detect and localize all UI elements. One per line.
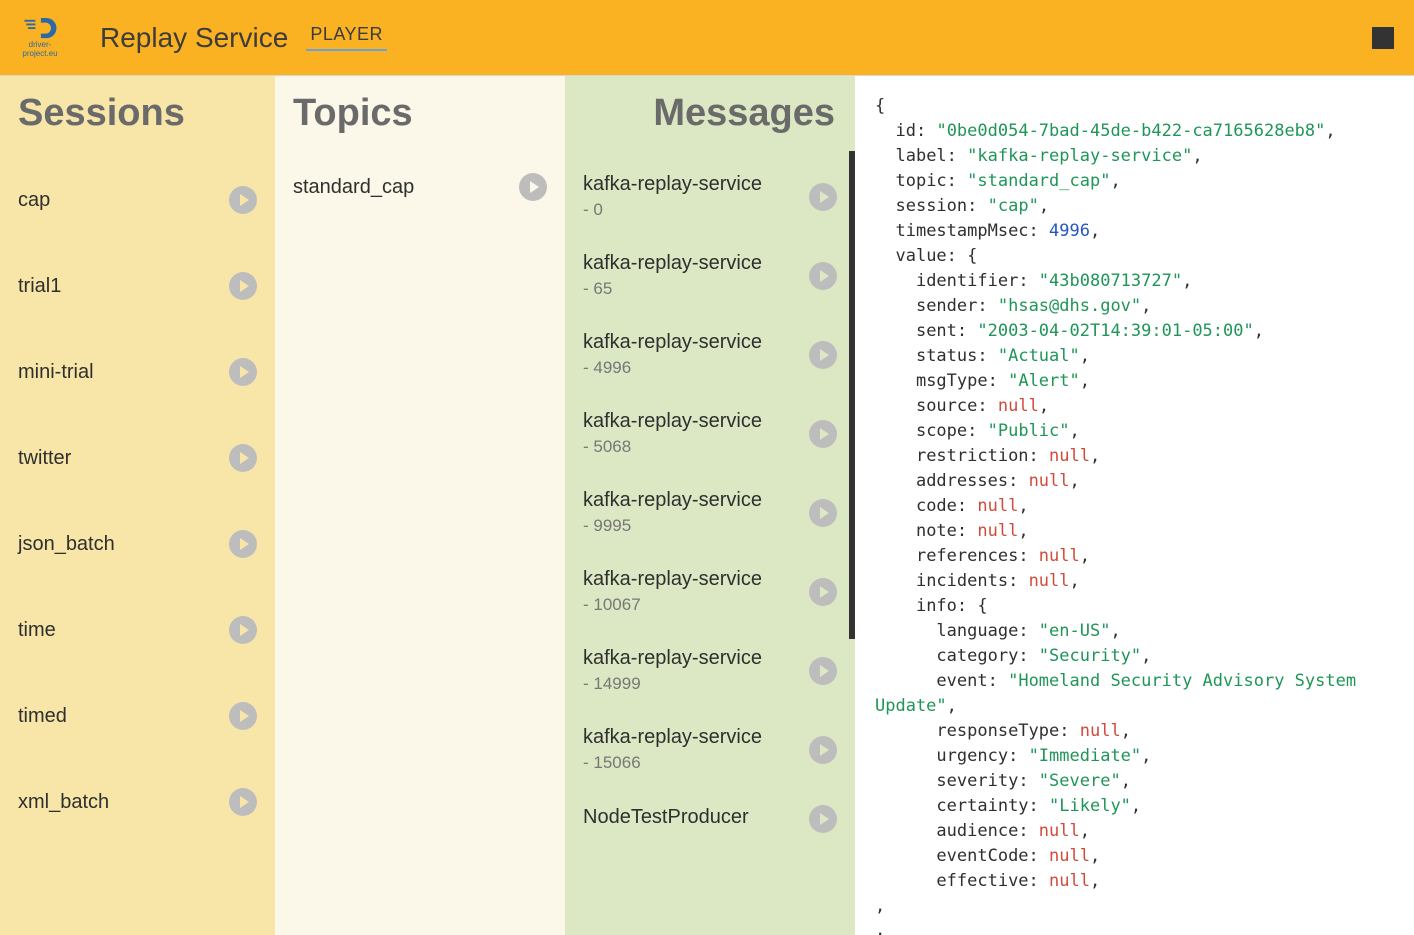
- session-name: timed: [18, 705, 229, 728]
- session-name: json_batch: [18, 533, 229, 556]
- play-icon[interactable]: [229, 530, 257, 558]
- message-offset: - 15066: [583, 753, 809, 773]
- sessions-column: Sessions cap trial1 mini-trial twitter json_…: [0, 76, 275, 935]
- message-item[interactable]: kafka-replay-service - 5068: [579, 394, 841, 473]
- message-offset: - 14999: [583, 674, 809, 694]
- message-label: kafka-replay-service: [583, 568, 809, 591]
- message-label: kafka-replay-service: [583, 252, 809, 275]
- tab-player[interactable]: PLAYER: [306, 24, 387, 51]
- message-item[interactable]: kafka-replay-service - 4996: [579, 315, 841, 394]
- session-name: mini-trial: [18, 361, 229, 384]
- message-item[interactable]: kafka-replay-service - 0: [579, 157, 841, 236]
- sessions-heading: Sessions: [14, 76, 261, 151]
- message-label: kafka-replay-service: [583, 489, 809, 512]
- play-icon[interactable]: [809, 805, 837, 833]
- play-icon[interactable]: [229, 186, 257, 214]
- play-icon[interactable]: [809, 657, 837, 685]
- logo: driver-project.eu: [20, 18, 60, 58]
- app-title: Replay Service: [100, 22, 288, 54]
- session-name: xml_batch: [18, 791, 229, 814]
- session-item[interactable]: trial1: [14, 243, 261, 329]
- play-icon[interactable]: [229, 702, 257, 730]
- message-label: NodeTestProducer: [583, 806, 809, 829]
- message-item[interactable]: kafka-replay-service - 10067: [579, 552, 841, 631]
- stop-button[interactable]: [1372, 27, 1394, 49]
- play-icon[interactable]: [229, 444, 257, 472]
- message-label: kafka-replay-service: [583, 173, 809, 196]
- play-icon[interactable]: [809, 578, 837, 606]
- message-offset: - 5068: [583, 437, 809, 457]
- topics-heading: Topics: [289, 76, 551, 151]
- topic-item[interactable]: standard_cap: [289, 157, 551, 217]
- play-icon[interactable]: [229, 358, 257, 386]
- session-name: trial1: [18, 275, 229, 298]
- session-item[interactable]: cap: [14, 157, 261, 243]
- message-item[interactable]: kafka-replay-service - 65: [579, 236, 841, 315]
- topics-column: Topics standard_cap: [275, 76, 565, 935]
- play-icon[interactable]: [229, 616, 257, 644]
- message-offset: - 9995: [583, 516, 809, 536]
- logo-caption: driver-project.eu: [20, 40, 60, 58]
- session-item[interactable]: time: [14, 587, 261, 673]
- message-label: kafka-replay-service: [583, 647, 809, 670]
- message-offset: - 10067: [583, 595, 809, 615]
- message-item[interactable]: kafka-replay-service - 15066: [579, 710, 841, 789]
- play-icon[interactable]: [809, 262, 837, 290]
- session-item[interactable]: timed: [14, 673, 261, 759]
- messages-heading: Messages: [579, 76, 841, 151]
- session-name: cap: [18, 189, 229, 212]
- message-item[interactable]: kafka-replay-service - 14999: [579, 631, 841, 710]
- session-item[interactable]: twitter: [14, 415, 261, 501]
- message-label: kafka-replay-service: [583, 410, 809, 433]
- message-item[interactable]: NodeTestProducer: [579, 789, 841, 849]
- message-label: kafka-replay-service: [583, 726, 809, 749]
- play-icon[interactable]: [809, 736, 837, 764]
- session-item[interactable]: json_batch: [14, 501, 261, 587]
- session-item[interactable]: mini-trial: [14, 329, 261, 415]
- message-label: kafka-replay-service: [583, 331, 809, 354]
- main-grid: Sessions cap trial1 mini-trial twitter json_…: [0, 76, 1414, 935]
- message-item[interactable]: kafka-replay-service - 9995: [579, 473, 841, 552]
- play-icon[interactable]: [809, 499, 837, 527]
- topic-name: standard_cap: [293, 176, 519, 199]
- play-icon[interactable]: [229, 788, 257, 816]
- messages-column: Messages kafka-replay-service- 0kafka-re…: [565, 76, 855, 935]
- play-icon[interactable]: [519, 173, 547, 201]
- play-icon[interactable]: [229, 272, 257, 300]
- play-icon[interactable]: [809, 420, 837, 448]
- message-offset: - 4996: [583, 358, 809, 378]
- play-icon[interactable]: [809, 341, 837, 369]
- message-detail-json: { id: "0be0d054-7bad-45de-b422-ca7165628…: [855, 76, 1414, 935]
- session-name: time: [18, 619, 229, 642]
- message-offset: - 65: [583, 279, 809, 299]
- session-item[interactable]: xml_batch: [14, 759, 261, 845]
- play-icon[interactable]: [809, 183, 837, 211]
- app-header: driver-project.eu Replay Service PLAYER: [0, 0, 1414, 76]
- session-name: twitter: [18, 447, 229, 470]
- message-offset: - 0: [583, 200, 809, 220]
